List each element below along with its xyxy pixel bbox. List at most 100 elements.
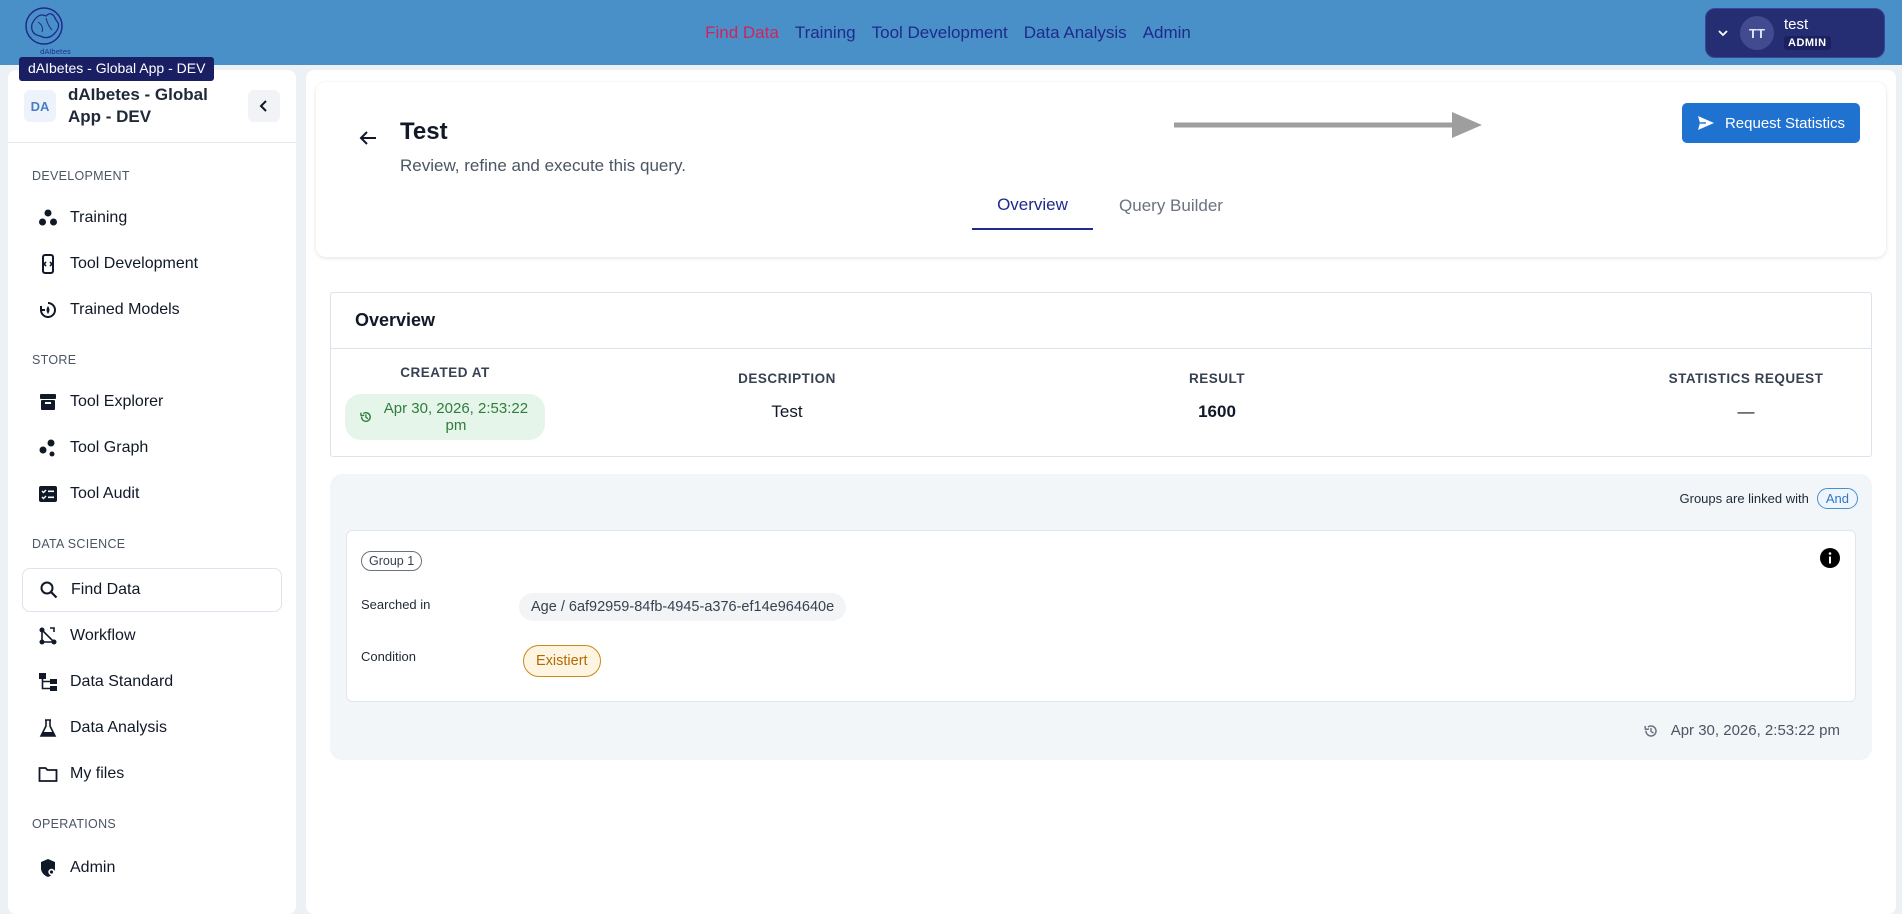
training-icon bbox=[39, 209, 57, 226]
sidebar-item-label: Tool Explorer bbox=[70, 393, 164, 410]
sidebar-item-find-data[interactable]: Find Data bbox=[22, 568, 282, 612]
sidebar-item-tool-development[interactable]: Tool Development bbox=[22, 242, 282, 286]
flask-icon bbox=[39, 719, 57, 737]
top-nav-data-analysis[interactable]: Data Analysis bbox=[1024, 23, 1127, 43]
overview-card: Overview CREATED AT Apr 30, 2026, 2:53:2… bbox=[330, 292, 1872, 457]
sidebar-item-label: Tool Audit bbox=[70, 485, 140, 502]
sidebar-item-label: Admin bbox=[70, 859, 116, 876]
and-operator-chip[interactable]: And bbox=[1816, 488, 1858, 509]
group-name-chip: Group 1 bbox=[361, 551, 423, 571]
data-standard-icon bbox=[39, 673, 57, 691]
top-navigation: Find Data Training Tool Development Data… bbox=[0, 0, 1902, 65]
send-icon bbox=[1697, 116, 1714, 130]
column-header: DESCRIPTION bbox=[738, 371, 836, 386]
sidebar-item-my-files[interactable]: My files bbox=[22, 752, 282, 796]
group-timestamp: Apr 30, 2026, 2:53:22 pm bbox=[1643, 722, 1840, 739]
condition-label: Condition bbox=[361, 649, 416, 664]
tool-development-icon bbox=[42, 254, 54, 274]
archive-icon bbox=[40, 394, 56, 410]
sidebar-item-label: Data Standard bbox=[70, 673, 174, 690]
history-icon bbox=[1643, 724, 1657, 737]
sidebar-item-admin[interactable]: Admin bbox=[22, 846, 282, 890]
sidebar-item-data-standard[interactable]: Data Standard bbox=[22, 660, 282, 704]
user-name: test bbox=[1784, 16, 1809, 33]
main-content: Test Review, refine and execute this que… bbox=[306, 70, 1896, 914]
folder-icon bbox=[38, 767, 58, 782]
result-value: 1600 bbox=[1198, 402, 1236, 421]
sidebar-item-data-analysis[interactable]: Data Analysis bbox=[22, 706, 282, 750]
sidebar-item-label: Trained Models bbox=[70, 301, 180, 318]
column-header: CREATED AT bbox=[400, 365, 490, 380]
sidebar-item-training[interactable]: Training bbox=[22, 196, 282, 240]
collapse-sidebar-button[interactable] bbox=[248, 90, 280, 122]
overview-result: RESULT 1600 bbox=[1117, 371, 1317, 422]
request-statistics-button[interactable]: Request Statistics bbox=[1682, 103, 1860, 143]
created-at-value: Apr 30, 2026, 2:53:22 pm bbox=[383, 400, 529, 434]
top-nav-training[interactable]: Training bbox=[795, 23, 856, 43]
sidebar-item-label: Training bbox=[70, 209, 128, 226]
chevron-left-icon bbox=[259, 100, 267, 112]
user-role-badge: ADMIN bbox=[1784, 36, 1831, 50]
graph-icon bbox=[39, 439, 55, 457]
top-nav-find-data[interactable]: Find Data bbox=[705, 23, 779, 43]
timestamp-value: Apr 30, 2026, 2:53:22 pm bbox=[1670, 722, 1840, 739]
sidebar-item-tool-graph[interactable]: Tool Graph bbox=[22, 426, 282, 470]
sidebar-item-label: Find Data bbox=[71, 581, 141, 598]
section-label-data-science: DATA SCIENCE bbox=[32, 537, 126, 551]
condition-chip: Existiert bbox=[523, 645, 601, 677]
sidebar-item-label: My files bbox=[70, 765, 125, 782]
admin-shield-icon bbox=[41, 859, 55, 877]
workflow-icon bbox=[39, 627, 57, 645]
section-label-development: DEVELOPMENT bbox=[32, 169, 130, 183]
page-subtitle: Review, refine and execute this query. bbox=[400, 156, 687, 175]
searched-in-chip: Age / 6af92959-84fb-4945-a376-ef14e96464… bbox=[519, 593, 847, 621]
history-icon bbox=[360, 412, 371, 422]
sidebar-item-workflow[interactable]: Workflow bbox=[22, 614, 282, 658]
created-at-pill: Apr 30, 2026, 2:53:22 pm bbox=[345, 394, 545, 440]
column-header: STATISTICS REQUEST bbox=[1668, 371, 1824, 386]
sidebar-item-label: Data Analysis bbox=[70, 719, 167, 736]
section-label-store: STORE bbox=[32, 353, 77, 367]
description-value: Test bbox=[771, 402, 803, 421]
sidebar-item-label: Workflow bbox=[70, 627, 136, 644]
user-menu[interactable]: TT test ADMIN bbox=[1705, 8, 1885, 58]
search-icon bbox=[40, 581, 58, 599]
overview-statistics-request: STATISTICS REQUEST — bbox=[1641, 371, 1851, 422]
column-header: RESULT bbox=[1189, 371, 1245, 386]
user-meta: test ADMIN bbox=[1784, 16, 1831, 50]
app-badge: DA bbox=[24, 90, 56, 122]
overview-created-at: CREATED AT Apr 30, 2026, 2:53:22 pm bbox=[345, 365, 545, 440]
sidebar-item-trained-models[interactable]: Trained Models bbox=[22, 288, 282, 332]
request-statistics-label: Request Statistics bbox=[1724, 114, 1846, 132]
avatar: TT bbox=[1740, 16, 1774, 50]
searched-in-label: Searched in bbox=[361, 597, 431, 612]
back-arrow-icon[interactable] bbox=[356, 126, 380, 150]
sidebar-item-tool-explorer[interactable]: Tool Explorer bbox=[22, 380, 282, 424]
info-icon[interactable] bbox=[1819, 547, 1841, 569]
tab-query-builder[interactable]: Query Builder bbox=[1093, 182, 1249, 230]
sidebar-app-title: dAIbetes - Global App - DEV bbox=[68, 85, 208, 126]
sidebar-item-label: Tool Development bbox=[70, 255, 199, 272]
overview-title: Overview bbox=[331, 293, 1871, 349]
section-label-operations: OPERATIONS bbox=[32, 817, 117, 831]
groups-panel: Groups are linked with And Group 1 Searc… bbox=[330, 474, 1872, 760]
chevron-down-icon bbox=[1718, 30, 1728, 37]
top-bar: dAIbetes Find Data Training Tool Develop… bbox=[0, 0, 1902, 65]
pointer-arrow-icon bbox=[1174, 112, 1482, 138]
sidebar-item-tool-audit[interactable]: Tool Audit bbox=[22, 472, 282, 516]
groups-link-info: Groups are linked with And bbox=[1680, 488, 1858, 509]
app-tooltip: dAIbetes - Global App - DEV bbox=[19, 57, 215, 81]
overview-description: DESCRIPTION Test bbox=[687, 371, 887, 422]
top-nav-admin[interactable]: Admin bbox=[1143, 23, 1191, 43]
tab-overview[interactable]: Overview bbox=[972, 182, 1093, 230]
tab-bar: Overview Query Builder bbox=[972, 182, 1249, 230]
group-card: Group 1 Searched in Age / 6af92959-84fb-… bbox=[346, 530, 1856, 702]
page-title: Test bbox=[400, 118, 448, 145]
sidebar-item-label: Tool Graph bbox=[70, 439, 149, 456]
sidebar: DA dAIbetes - Global App - DEV DEVELOPME… bbox=[8, 70, 296, 914]
top-nav-tool-development[interactable]: Tool Development bbox=[872, 23, 1008, 43]
query-header-card: Test Review, refine and execute this que… bbox=[316, 82, 1886, 257]
trained-models-icon bbox=[40, 302, 56, 318]
audit-icon bbox=[39, 486, 57, 502]
statistics-request-value: — bbox=[1737, 402, 1755, 421]
